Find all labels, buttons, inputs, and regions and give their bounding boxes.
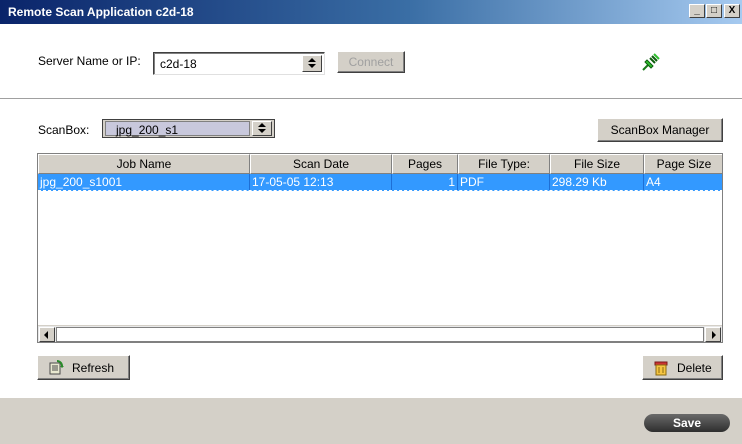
save-button[interactable]: Save [644,414,730,432]
scanbox-combo[interactable]: jpg_200_s1 [102,119,275,138]
scroll-track[interactable] [56,327,704,342]
maximize-button[interactable]: □ [706,4,722,18]
scroll-left-button[interactable] [39,327,55,342]
refresh-icon [49,360,64,375]
refresh-label: Refresh [72,361,115,375]
cell-pages: 1 [392,174,458,190]
delete-button[interactable]: Delete [642,355,723,380]
cell-file-type: PDF [458,174,550,190]
table-row[interactable]: jpg_200_s1001 17-05-05 12:13 1 PDF 298.2… [38,174,722,191]
col-scan-date[interactable]: Scan Date [250,154,392,174]
col-file-size[interactable]: File Size [550,154,644,174]
minimize-button[interactable]: _ [689,4,705,18]
cell-job-name: jpg_200_s1001 [38,174,250,190]
scanbox-manager-button[interactable]: ScanBox Manager [597,118,723,142]
scanbox-label: ScanBox: [38,123,90,137]
jobs-table[interactable]: Job Name Scan Date Pages File Type: File… [37,153,723,343]
plug-connected-icon [642,53,660,71]
server-combo[interactable]: c2d-18 [153,52,325,75]
cell-page-size: A4 [644,174,722,190]
scroll-right-button[interactable] [705,327,721,342]
title-bar: Remote Scan Application c2d-18 _ □ X [0,0,742,24]
col-page-size[interactable]: Page Size [644,154,722,174]
close-button[interactable]: X [724,4,740,18]
col-pages[interactable]: Pages [392,154,458,174]
delete-label: Delete [677,361,712,375]
horizontal-scrollbar[interactable] [38,325,722,342]
table-header: Job Name Scan Date Pages File Type: File… [38,154,722,174]
scanbox-value: jpg_200_s1 [116,123,179,137]
section-divider [0,98,742,100]
cell-scan-date: 17-05-05 12:13 [250,174,392,190]
refresh-button[interactable]: Refresh [37,355,130,380]
server-label: Server Name or IP: [38,54,141,68]
server-spinner[interactable] [302,55,322,72]
footer-bar: Save [0,398,742,444]
trash-icon [654,361,668,376]
cell-file-size: 298.29 Kb [550,174,644,190]
server-value: c2d-18 [160,57,197,71]
connect-button[interactable]: Connect [337,51,405,73]
server-panel: Server Name or IP: c2d-18 Connect [0,24,742,98]
scanbox-spinner[interactable] [252,121,272,136]
col-file-type[interactable]: File Type: [458,154,550,174]
window-title: Remote Scan Application c2d-18 [8,5,194,19]
col-job-name[interactable]: Job Name [38,154,250,174]
